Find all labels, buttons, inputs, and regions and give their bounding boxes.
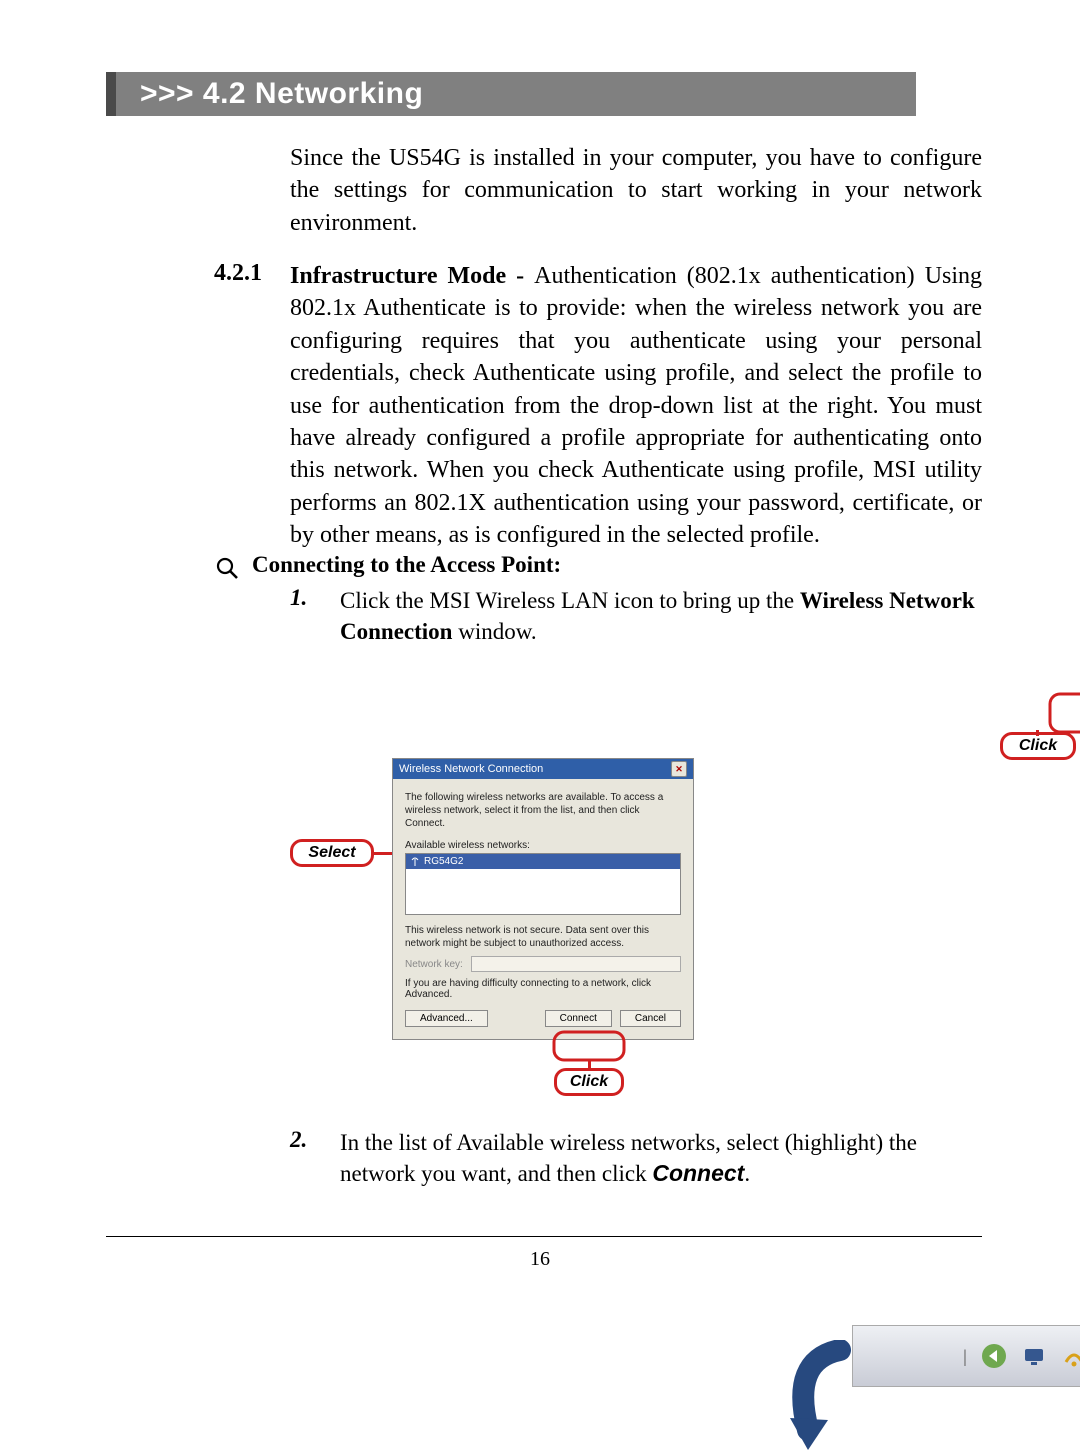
network-item-selected[interactable]: RG54G2 — [406, 854, 680, 869]
step-2-number: 2. — [290, 1127, 307, 1153]
network-key-label: Network key: — [405, 959, 463, 970]
dialog-title: Wireless Network Connection — [399, 763, 543, 775]
callout-connect-outline — [552, 1030, 626, 1062]
dialog-instructions: The following wireless networks are avai… — [405, 791, 681, 830]
manual-page: >>> 4.2 Networking Since the US54G is in… — [0, 0, 1080, 1451]
figure: | Click Select Wireless Network Connecti… — [300, 660, 1000, 1110]
connect-button[interactable]: Connect — [545, 1010, 612, 1027]
callout-tray-outline — [1048, 692, 1080, 736]
footer-rule — [106, 1236, 982, 1237]
wireless-lan-icon[interactable] — [1058, 1340, 1080, 1372]
monitor-icon[interactable] — [1018, 1340, 1050, 1372]
available-networks-label: Available wireless networks: — [405, 840, 681, 851]
subsection-number: 4.2.1 — [214, 260, 262, 287]
cancel-button[interactable]: Cancel — [620, 1010, 681, 1027]
callout-select: Select — [290, 839, 374, 867]
subsection-lead-rest: Authentication (802.1x authentication) — [534, 263, 915, 289]
intro-paragraph: Since the US54G is installed in your com… — [290, 142, 982, 239]
security-warning: This wireless network is not secure. Dat… — [405, 925, 681, 950]
subsection-lead-bold: Infrastructure Mode - — [290, 263, 534, 289]
arrow-icon — [780, 1340, 860, 1455]
close-icon[interactable]: ✕ — [671, 761, 687, 777]
callout-click-connect: Click — [554, 1068, 624, 1096]
wireless-connection-dialog: Wireless Network Connection ✕ The follow… — [392, 758, 694, 1040]
dialog-button-row: Advanced... Connect Cancel — [405, 1010, 681, 1027]
network-list[interactable]: RG54G2 — [405, 853, 681, 915]
heading-accent — [106, 72, 116, 116]
section-heading-bar: >>> 4.2 Networking — [106, 72, 916, 116]
section-heading: >>> 4.2 Networking — [140, 77, 423, 111]
callout-click-tray: Click — [1000, 732, 1076, 760]
step-1-number: 1. — [290, 585, 307, 611]
subsection-body: Infrastructure Mode - Authentication (80… — [290, 260, 982, 552]
subsection-text: Using 802.1x Authenticate is to provide:… — [290, 263, 982, 548]
step-1-text: Click the MSI Wireless LAN icon to bring… — [340, 585, 980, 647]
advanced-button[interactable]: Advanced... — [405, 1010, 488, 1027]
network-name: RG54G2 — [424, 856, 463, 867]
back-icon[interactable] — [978, 1340, 1010, 1372]
bullet-title: Connecting to the Access Point: — [252, 552, 561, 578]
antenna-icon — [410, 857, 420, 867]
callout-tray-connector — [1036, 730, 1039, 736]
system-tray: | — [852, 1325, 1080, 1387]
advanced-note: If you are having difficulty connecting … — [405, 978, 681, 1000]
tray-separator: | — [963, 1346, 967, 1367]
network-key-row: Network key: — [405, 956, 681, 972]
magnifier-icon — [215, 556, 241, 587]
network-key-input[interactable] — [471, 956, 681, 972]
connect-word: Connect — [652, 1160, 744, 1186]
dialog-body: The following wireless networks are avai… — [393, 779, 693, 1039]
step-2-text: In the list of Available wireless networ… — [340, 1127, 980, 1189]
page-number: 16 — [0, 1248, 1080, 1271]
dialog-titlebar: Wireless Network Connection ✕ — [393, 759, 693, 779]
